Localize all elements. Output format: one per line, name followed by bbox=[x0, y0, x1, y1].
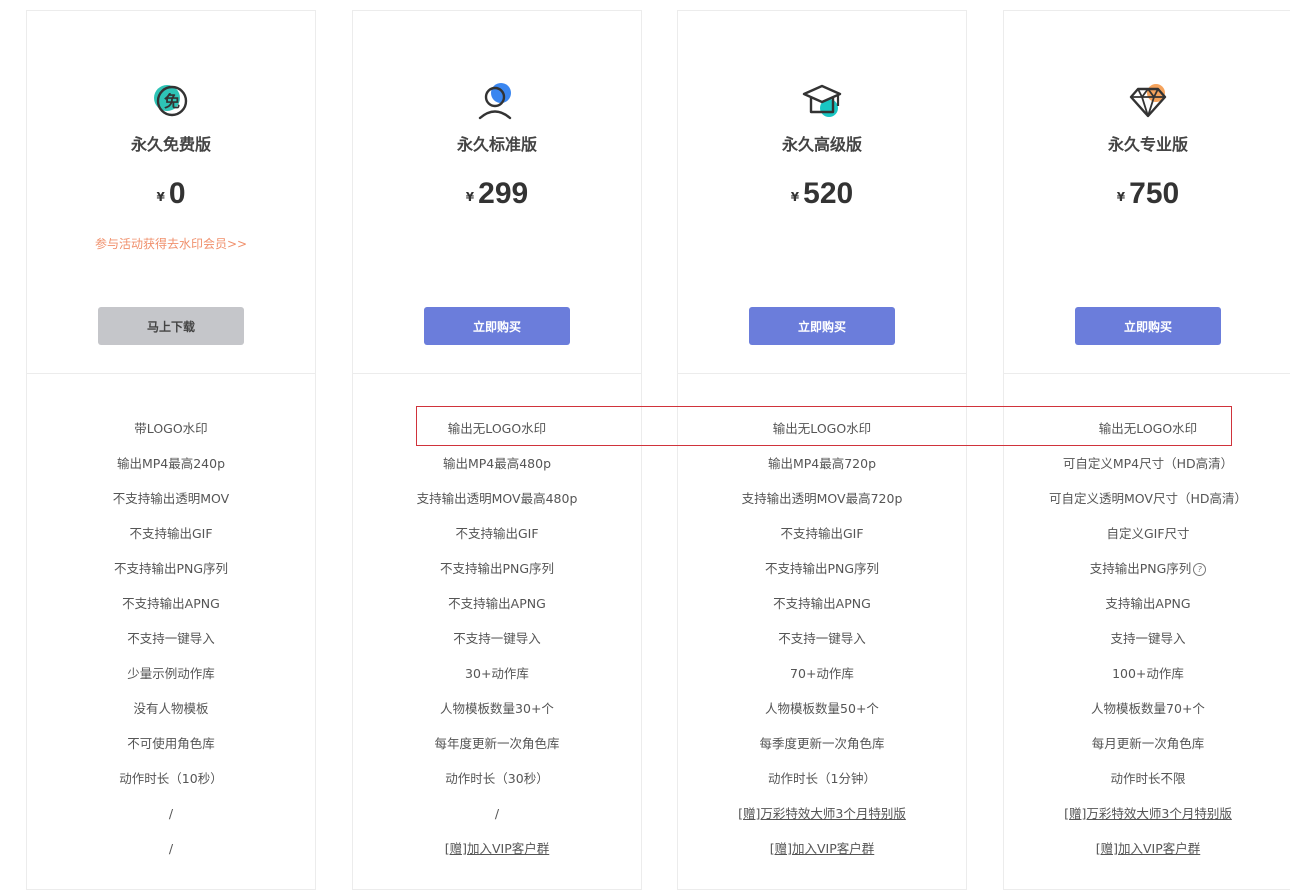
vip-group-link[interactable]: [赠]加入VIP客户群 bbox=[1096, 841, 1201, 856]
feature-item: 没有人物模板 bbox=[133, 701, 209, 716]
feature-item: 人物模板数量50+个 bbox=[765, 701, 879, 716]
feature-item: 支持输出透明MOV最高720p bbox=[741, 491, 903, 506]
feature-item: 支持一键导入 bbox=[1110, 631, 1186, 646]
user-icon bbox=[477, 81, 517, 121]
feature-item: 输出无LOGO水印 bbox=[772, 421, 872, 436]
price-amount: 299 bbox=[478, 177, 529, 210]
svg-text:免: 免 bbox=[164, 92, 180, 111]
buy-button[interactable]: 立即购买 bbox=[1075, 307, 1221, 345]
currency-symbol: ¥ bbox=[156, 190, 165, 204]
plan-card-header: 免 永久免费版 ¥0 参与活动获得去水印会员>> 马上下载 bbox=[27, 11, 315, 374]
bonus-effects-link[interactable]: [赠]万彩特效大师3个月特别版 bbox=[738, 806, 906, 821]
feature-item: 自定义GIF尺寸 bbox=[1106, 526, 1190, 541]
feature-item: 可自定义MP4尺寸（HD高清） bbox=[1062, 456, 1234, 471]
feature-item: 不支持输出GIF bbox=[129, 526, 213, 541]
plan-name: 永久专业版 bbox=[1107, 135, 1188, 154]
feature-item: 不支持一键导入 bbox=[453, 631, 541, 646]
feature-item: 不支持输出PNG序列 bbox=[113, 561, 229, 576]
plan-name: 永久免费版 bbox=[130, 135, 211, 154]
plan-card-header: 永久专业版 ¥750 立即购买 bbox=[1004, 11, 1290, 374]
feature-item: / bbox=[494, 806, 500, 821]
currency-symbol: ¥ bbox=[465, 190, 475, 204]
plan-price: ¥299 bbox=[353, 177, 641, 211]
feature-item: 每月更新一次角色库 bbox=[1091, 736, 1205, 751]
feature-item: 输出无LOGO水印 bbox=[1098, 421, 1198, 436]
plan-card-header: 永久高级版 ¥520 立即购买 bbox=[678, 11, 966, 374]
buy-button[interactable]: 立即购买 bbox=[424, 307, 570, 345]
feature-list: 输出无LOGO水印 输出MP4最高720p 支持输出透明MOV最高720p 不支… bbox=[678, 411, 966, 866]
feature-item: [赠]万彩特效大师3个月特别版 bbox=[1004, 796, 1290, 831]
feature-item: 不支持输出PNG序列 bbox=[764, 561, 880, 576]
price-amount: 520 bbox=[803, 177, 854, 210]
diamond-icon bbox=[1128, 81, 1168, 121]
feature-item: 动作时长不限 bbox=[1110, 771, 1186, 786]
feature-item: 不支持输出PNG序列 bbox=[439, 561, 555, 576]
plan-card-professional: 永久专业版 ¥750 立即购买 输出无LOGO水印 可自定义MP4尺寸（HD高清… bbox=[1003, 10, 1290, 890]
feature-item: 支持输出APNG bbox=[1105, 596, 1191, 611]
feature-item: [赠]加入VIP客户群 bbox=[678, 831, 966, 866]
feature-item: 可自定义透明MOV尺寸（HD高清） bbox=[1049, 491, 1247, 506]
feature-list: 带LOGO水印 输出MP4最高240p 不支持输出透明MOV 不支持输出GIF … bbox=[27, 411, 315, 866]
feature-item: 不支持一键导入 bbox=[778, 631, 866, 646]
feature-item: 带LOGO水印 bbox=[134, 421, 208, 436]
feature-item: 不支持一键导入 bbox=[127, 631, 215, 646]
feature-item: 动作时长（30秒） bbox=[445, 771, 549, 786]
plan-name: 永久高级版 bbox=[781, 135, 862, 154]
feature-text: 支持输出PNG序列 bbox=[1089, 561, 1192, 576]
feature-item: 不支持输出GIF bbox=[455, 526, 539, 541]
feature-item: 30+动作库 bbox=[465, 666, 529, 681]
feature-item: / bbox=[168, 806, 174, 821]
plan-card-advanced: 永久高级版 ¥520 立即购买 输出无LOGO水印 输出MP4最高720p 支持… bbox=[677, 10, 967, 890]
feature-item: 人物模板数量30+个 bbox=[440, 701, 554, 716]
plan-name: 永久标准版 bbox=[456, 135, 537, 154]
feature-item: 不支持输出APNG bbox=[448, 596, 546, 611]
feature-item: 支持输出透明MOV最高480p bbox=[416, 491, 578, 506]
currency-symbol: ¥ bbox=[1116, 190, 1126, 204]
feature-item: / bbox=[168, 841, 174, 856]
feature-item: 动作时长（10秒） bbox=[119, 771, 223, 786]
feature-item: 70+动作库 bbox=[790, 666, 854, 681]
feature-item: [赠]万彩特效大师3个月特别版 bbox=[678, 796, 966, 831]
vip-group-link[interactable]: [赠]加入VIP客户群 bbox=[445, 841, 550, 856]
feature-item: 支持输出PNG序列? bbox=[1004, 551, 1290, 586]
feature-item: 输出MP4最高240p bbox=[116, 456, 226, 471]
feature-item: 不支持输出APNG bbox=[122, 596, 220, 611]
vip-group-link[interactable]: [赠]加入VIP客户群 bbox=[770, 841, 875, 856]
feature-item: 每季度更新一次角色库 bbox=[759, 736, 885, 751]
plan-card-standard: 永久标准版 ¥299 立即购买 输出无LOGO水印 输出MP4最高480p 支持… bbox=[352, 10, 642, 890]
feature-item: 输出MP4最高480p bbox=[442, 456, 552, 471]
graduation-cap-icon bbox=[802, 81, 842, 121]
feature-item: 人物模板数量70+个 bbox=[1091, 701, 1205, 716]
feature-item: 不可使用角色库 bbox=[127, 736, 215, 751]
feature-item: 不支持输出APNG bbox=[773, 596, 871, 611]
plan-card-header: 永久标准版 ¥299 立即购买 bbox=[353, 11, 641, 374]
price-amount: 0 bbox=[168, 177, 186, 210]
plan-price: ¥520 bbox=[678, 177, 966, 211]
currency-symbol: ¥ bbox=[790, 190, 800, 204]
feature-item: 不支持输出GIF bbox=[780, 526, 864, 541]
feature-item: [赠]加入VIP客户群 bbox=[1004, 831, 1290, 866]
feature-item: 输出MP4最高720p bbox=[767, 456, 877, 471]
free-badge-icon: 免 bbox=[151, 81, 191, 121]
feature-item: 不支持输出透明MOV bbox=[112, 491, 230, 506]
help-icon[interactable]: ? bbox=[1193, 563, 1207, 576]
promo-link[interactable]: 参与活动获得去水印会员>> bbox=[27, 235, 315, 252]
buy-button[interactable]: 立即购买 bbox=[749, 307, 895, 345]
bonus-effects-link[interactable]: [赠]万彩特效大师3个月特别版 bbox=[1064, 806, 1232, 821]
plan-card-free: 免 永久免费版 ¥0 参与活动获得去水印会员>> 马上下载 带LOGO水印 输出… bbox=[26, 10, 316, 890]
plan-price: ¥0 bbox=[27, 177, 315, 211]
feature-list: 输出无LOGO水印 可自定义MP4尺寸（HD高清） 可自定义透明MOV尺寸（HD… bbox=[1004, 411, 1290, 866]
plan-price: ¥750 bbox=[1004, 177, 1290, 211]
feature-item: 输出无LOGO水印 bbox=[447, 421, 547, 436]
feature-item: 动作时长（1分钟） bbox=[768, 771, 876, 786]
feature-item: 每年度更新一次角色库 bbox=[434, 736, 560, 751]
feature-item: [赠]加入VIP客户群 bbox=[353, 831, 641, 866]
download-button[interactable]: 马上下载 bbox=[98, 307, 244, 345]
feature-item: 少量示例动作库 bbox=[127, 666, 215, 681]
feature-list: 输出无LOGO水印 输出MP4最高480p 支持输出透明MOV最高480p 不支… bbox=[353, 411, 641, 866]
feature-item: 100+动作库 bbox=[1112, 666, 1184, 681]
price-amount: 750 bbox=[1129, 177, 1180, 210]
